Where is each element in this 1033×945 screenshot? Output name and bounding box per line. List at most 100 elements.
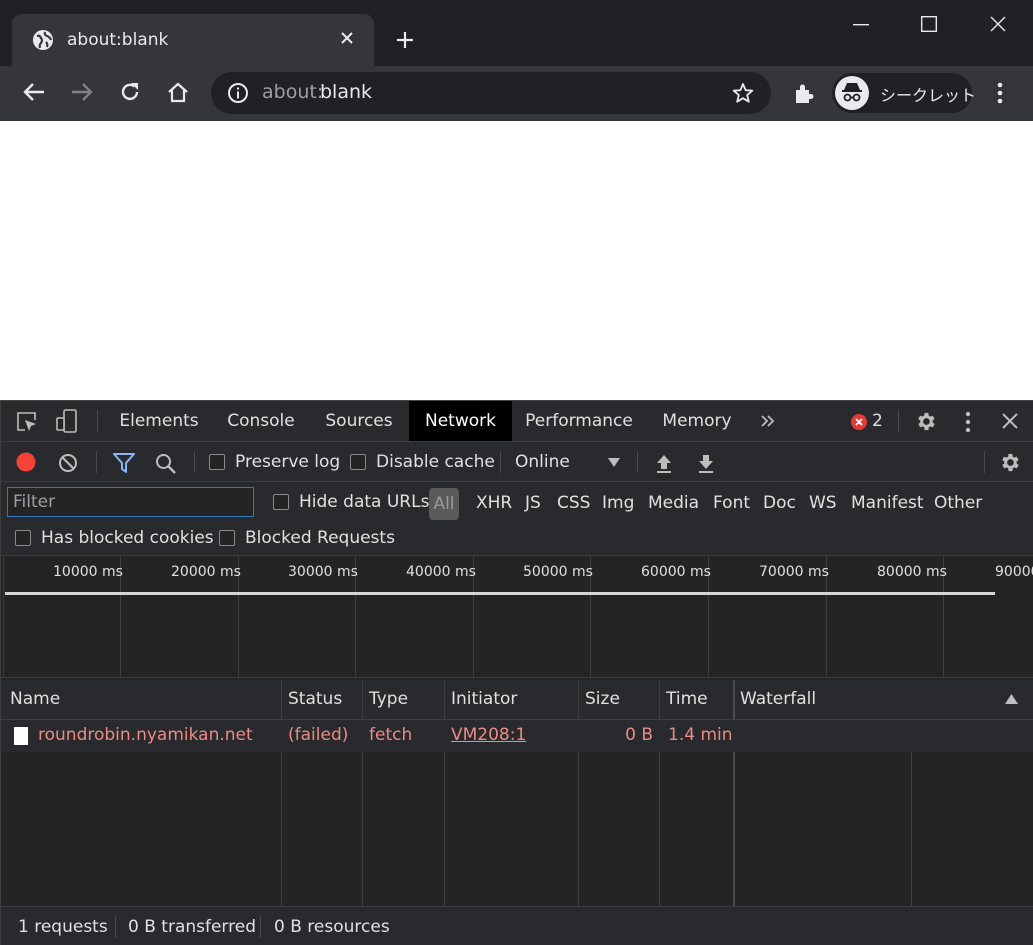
requests-table-header: Name Status Type Initiator Size Time Wat… [1, 680, 1033, 720]
clear-icon[interactable] [58, 453, 78, 473]
filter-type-media[interactable]: Media [648, 493, 699, 513]
extensions-icon[interactable] [792, 81, 816, 105]
tab-performance[interactable]: Performance [517, 401, 641, 441]
document-icon [14, 727, 28, 745]
timeline-tick-label: 20000 ms [171, 564, 241, 580]
hide-data-urls-label[interactable]: Hide data URLs [299, 492, 429, 512]
column-time[interactable]: Time [666, 689, 708, 709]
timeline-tick-label: 80000 ms [877, 564, 947, 580]
info-icon[interactable] [227, 82, 249, 104]
column-divider[interactable] [578, 680, 579, 906]
forward-icon[interactable] [71, 82, 93, 102]
page-viewport[interactable] [0, 121, 1033, 400]
browser-toolbar: about: blank シークレット [0, 66, 1033, 121]
filter-icon[interactable] [113, 453, 135, 473]
error-count[interactable]: 2 [872, 411, 883, 431]
filter-type-xhr[interactable]: XHR [476, 493, 512, 513]
column-name[interactable]: Name [10, 689, 60, 709]
more-tabs-icon[interactable] [760, 414, 776, 428]
minimize-icon[interactable] [853, 24, 869, 26]
tab-strip: about:blank [0, 0, 1033, 68]
sort-ascending-icon[interactable] [1005, 694, 1018, 704]
filter-type-ws[interactable]: WS [809, 493, 837, 513]
has-blocked-cookies-label[interactable]: Has blocked cookies [41, 528, 214, 548]
error-icon[interactable] [851, 414, 867, 430]
incognito-profile-button[interactable]: シークレット [832, 73, 976, 113]
tab-network[interactable]: Network [409, 401, 512, 441]
table-row[interactable]: roundrobin.nyamikan.net (failed) fetch V… [1, 720, 1033, 752]
column-status[interactable]: Status [288, 689, 342, 709]
close-devtools-icon[interactable] [1002, 413, 1018, 429]
close-tab-icon[interactable] [340, 31, 354, 45]
request-size: 0 B [625, 725, 653, 745]
search-icon[interactable] [155, 453, 177, 475]
column-initiator[interactable]: Initiator [451, 689, 517, 709]
tab-elements[interactable]: Elements [109, 401, 209, 441]
column-waterfall[interactable]: Waterfall [740, 689, 816, 709]
incognito-label: シークレット [880, 86, 977, 105]
chrome-menu-icon[interactable] [997, 82, 1003, 104]
timeline-tick-label: 30000 ms [288, 564, 358, 580]
preserve-log-label[interactable]: Preserve log [235, 452, 340, 472]
settings-gear-icon[interactable] [914, 410, 937, 433]
filter-type-manifest[interactable]: Manifest [851, 493, 924, 513]
tab-sources[interactable]: Sources [313, 401, 405, 441]
tab-title: about:blank [67, 30, 169, 50]
column-divider[interactable] [659, 680, 660, 906]
record-icon[interactable] [16, 452, 36, 472]
incognito-icon [835, 76, 869, 110]
request-initiator-link[interactable]: VM208:1 [451, 725, 526, 745]
filter-type-font[interactable]: Font [713, 493, 750, 513]
inspect-element-icon[interactable] [16, 411, 38, 433]
network-settings-icon[interactable] [998, 451, 1021, 474]
column-type[interactable]: Type [369, 689, 408, 709]
filter-type-all[interactable]: All [429, 488, 459, 520]
timeline-tick-label: 10000 ms [53, 564, 123, 580]
network-overview-timeline[interactable]: 10000 ms 20000 ms 30000 ms 40000 ms 5000… [1, 556, 1033, 678]
blocked-requests-label[interactable]: Blocked Requests [245, 528, 395, 548]
close-window-icon[interactable] [990, 16, 1006, 32]
new-tab-icon[interactable] [396, 31, 414, 49]
import-har-icon[interactable] [655, 453, 673, 473]
devtools-menu-icon[interactable] [965, 411, 971, 433]
reload-icon[interactable] [119, 81, 141, 103]
globe-icon [32, 29, 54, 51]
tab-console[interactable]: Console [215, 401, 307, 441]
throttling-select[interactable]: Online [515, 452, 570, 472]
column-divider[interactable] [362, 680, 363, 906]
column-size[interactable]: Size [585, 689, 620, 709]
tab-memory[interactable]: Memory [650, 401, 744, 441]
column-divider[interactable] [733, 680, 735, 906]
timeline-divider [3, 556, 4, 678]
disable-cache-label[interactable]: Disable cache [376, 452, 495, 472]
export-har-icon[interactable] [697, 453, 715, 473]
device-toolbar-icon[interactable] [55, 409, 79, 433]
hide-data-urls-checkbox[interactable] [273, 494, 289, 510]
disable-cache-checkbox[interactable] [350, 454, 366, 470]
preserve-log-checkbox[interactable] [209, 454, 225, 470]
column-divider[interactable] [281, 680, 282, 906]
filter-type-js[interactable]: JS [525, 493, 541, 513]
has-blocked-cookies-checkbox[interactable] [15, 530, 31, 546]
bookmark-star-icon[interactable] [732, 82, 754, 104]
maximize-icon[interactable] [921, 16, 937, 32]
column-divider[interactable] [444, 680, 445, 906]
timeline-tick-label: 50000 ms [523, 564, 593, 580]
requests-count: 1 requests [18, 917, 108, 937]
filter-input[interactable] [7, 487, 254, 517]
timeline-tick-label: 70000 ms [759, 564, 829, 580]
url-host: blank [320, 81, 373, 103]
back-icon[interactable] [23, 82, 45, 102]
filter-type-doc[interactable]: Doc [763, 493, 796, 513]
home-icon[interactable] [167, 81, 189, 103]
address-bar[interactable]: about: blank [211, 72, 771, 114]
dropdown-arrow-icon[interactable] [608, 458, 620, 467]
filter-type-css[interactable]: CSS [557, 493, 590, 513]
filter-type-img[interactable]: Img [602, 493, 634, 513]
browser-tab[interactable]: about:blank [12, 14, 374, 68]
devtools-tab-bar: Elements Console Sources Network Perform… [1, 401, 1033, 442]
blocked-requests-checkbox[interactable] [219, 530, 235, 546]
request-name[interactable]: roundrobin.nyamikan.net [38, 725, 253, 745]
filter-type-other[interactable]: Other [934, 493, 982, 513]
transferred-size: 0 B transferred [128, 917, 256, 937]
